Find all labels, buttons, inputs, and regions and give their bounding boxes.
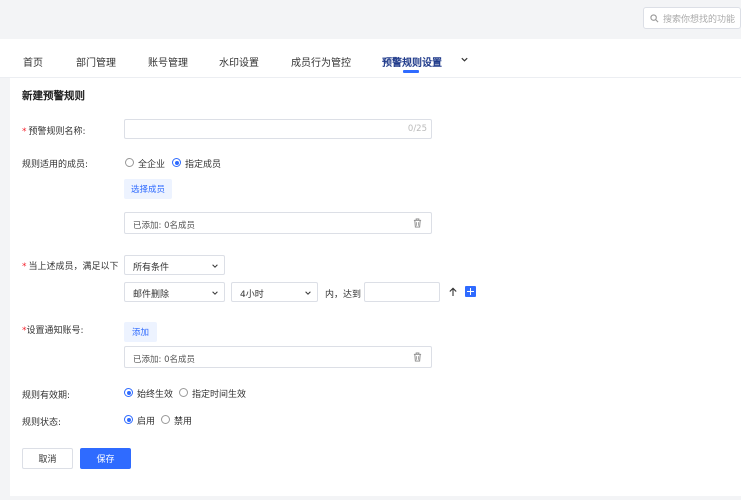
add-condition-icon[interactable] <box>465 286 476 297</box>
members-added-box: 已添加: 0名成员 <box>124 212 432 234</box>
search-placeholder: 搜索你想找的功能 <box>663 14 736 25</box>
radio-specific-members[interactable] <box>172 158 181 167</box>
radio-disabled-label: 禁用 <box>174 417 193 427</box>
radio-whole-company[interactable] <box>125 158 134 167</box>
status-label: 规则状态: <box>22 418 62 428</box>
rule-name-input[interactable]: 0/25 <box>124 119 432 139</box>
search-icon <box>650 13 659 22</box>
add-notify-account-button[interactable]: 添加 <box>124 322 157 342</box>
condition-label: * 当上述成员，满足以下 <box>22 259 119 272</box>
rule-name-label-text: 预警规则名称: <box>28 127 86 137</box>
tab-alert-rules[interactable]: 预警规则设置 <box>382 54 442 69</box>
radio-always-effective-label: 始终生效 <box>137 390 174 400</box>
save-button[interactable]: 保存 <box>80 448 131 469</box>
radio-enabled[interactable] <box>124 415 133 424</box>
radio-whole-company-label: 全企业 <box>138 160 166 170</box>
radio-enabled-label: 启用 <box>137 417 156 427</box>
condition-label-text: 当上述成员，满足以下 <box>28 262 119 272</box>
cancel-button[interactable]: 取消 <box>22 448 73 469</box>
tab-home[interactable]: 首页 <box>23 54 43 69</box>
radio-specific-time-label: 指定时间生效 <box>192 390 247 400</box>
chevron-down-icon[interactable] <box>460 55 469 64</box>
tab-accounts[interactable]: 账号管理 <box>148 54 188 69</box>
threshold-input[interactable] <box>364 282 440 302</box>
chevron-down-icon <box>305 291 311 295</box>
char-counter: 0/25 <box>407 124 427 134</box>
notify-label-text: 设置通知账号: <box>26 326 84 336</box>
notify-added-box: 已添加: 0名成员 <box>124 346 432 368</box>
rule-name-label: * 预警规则名称: <box>22 124 86 137</box>
page-title: 新建预警规则 <box>22 90 85 102</box>
action-value: 邮件删除 <box>133 290 170 300</box>
chevron-down-icon <box>212 264 218 268</box>
time-window-select[interactable]: 4小时 <box>231 282 318 302</box>
notify-label: *设置通知账号: <box>22 323 84 336</box>
tab-member-behavior[interactable]: 成员行为管控 <box>291 54 351 69</box>
members-label: 规则适用的成员: <box>22 160 89 170</box>
search-input[interactable]: 搜索你想找的功能 <box>643 7 741 29</box>
required-mark: * <box>22 262 27 272</box>
tab-watermark[interactable]: 水印设置 <box>219 54 259 69</box>
members-added-text: 已添加: 0名成员 <box>133 221 195 231</box>
select-members-button[interactable]: 选择成员 <box>124 179 172 199</box>
arrow-up-icon[interactable] <box>448 287 458 297</box>
trash-icon[interactable] <box>413 352 422 362</box>
radio-specific-members-label: 指定成员 <box>185 160 222 170</box>
radio-always-effective[interactable] <box>124 388 133 397</box>
within-text: 内，达到 <box>325 290 362 300</box>
active-tab-indicator <box>403 70 419 73</box>
radio-disabled[interactable] <box>161 415 170 424</box>
validity-label: 规则有效期: <box>22 391 71 401</box>
required-mark: * <box>22 127 27 137</box>
trash-icon[interactable] <box>413 218 422 228</box>
time-window-value: 4小时 <box>240 290 264 300</box>
top-bar: 搜索你想找的功能 <box>0 0 741 38</box>
notify-added-text: 已添加: 0名成员 <box>133 355 195 365</box>
match-condition-value: 所有条件 <box>133 263 170 273</box>
action-select[interactable]: 邮件删除 <box>124 282 225 302</box>
match-condition-select[interactable]: 所有条件 <box>124 255 225 275</box>
radio-specific-time[interactable] <box>179 388 188 397</box>
chevron-down-icon <box>212 291 218 295</box>
tab-department[interactable]: 部门管理 <box>76 54 116 69</box>
